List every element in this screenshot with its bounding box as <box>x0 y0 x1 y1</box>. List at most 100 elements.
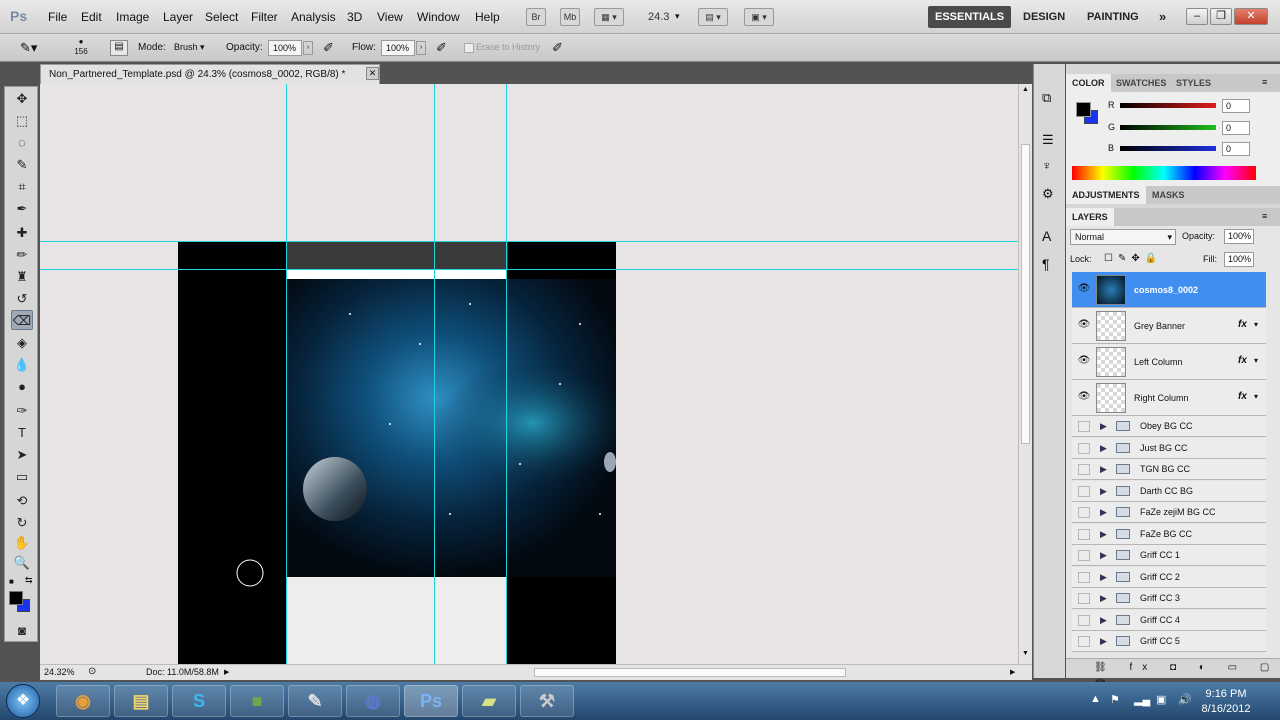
eraser-tool-icon[interactable]: ⌫ <box>11 310 33 330</box>
horizontal-scroll-thumb[interactable] <box>534 668 846 677</box>
channel-r-slider[interactable] <box>1120 103 1216 108</box>
explorer-icon[interactable]: ▤ <box>114 685 168 717</box>
tab-swatches[interactable]: SWATCHES <box>1110 74 1172 92</box>
bridge-button[interactable]: Br <box>526 8 546 26</box>
layer-row[interactable]: 👁 cosmos8_0002 <box>1072 272 1266 308</box>
visibility-box[interactable] <box>1078 464 1090 475</box>
path-selection-tool-icon[interactable]: ➤ <box>11 445 33 465</box>
layer-group-row[interactable]: ▶ FaZe zejiM BG CC <box>1072 502 1266 523</box>
brush-presets-icon[interactable]: ♆ <box>1042 158 1052 173</box>
brush-panel-toggle-icon[interactable]: ▤ <box>110 40 128 56</box>
brush-picker[interactable]: ● 156 <box>66 37 96 57</box>
crop-tool-icon[interactable]: ⌗ <box>11 177 33 197</box>
layer-group-row[interactable]: ▶ Darth CC BG <box>1072 480 1266 502</box>
group-expand-icon[interactable]: ▶ <box>1100 636 1107 647</box>
flow-field[interactable]: 100% <box>381 40 415 56</box>
menu-filter[interactable]: Filter <box>251 10 278 24</box>
document-canvas-area[interactable] <box>40 84 1018 664</box>
status-zoom[interactable]: 24.32% <box>44 667 75 677</box>
brush-tool-icon[interactable]: ✏ <box>11 245 33 265</box>
group-expand-icon[interactable]: ▶ <box>1100 421 1107 432</box>
visibility-box[interactable] <box>1078 571 1090 583</box>
layer-group-row[interactable]: ▶ Griff CC 3 <box>1072 588 1266 609</box>
volume-icon[interactable]: 🔊 <box>1178 693 1192 706</box>
layer-group-row[interactable]: ▶ Griff CC 2 <box>1072 566 1266 588</box>
quick-selection-tool-icon[interactable]: ✎ <box>11 155 33 175</box>
menu-window[interactable]: Window <box>417 10 460 24</box>
layer-row[interactable]: 👁 Left Column fx ▾ <box>1072 344 1266 380</box>
signal-icon[interactable]: ▂▄ <box>1134 693 1150 706</box>
workspace-painting[interactable]: PAINTING <box>1080 6 1146 28</box>
vertical-scroll-thumb[interactable] <box>1021 144 1030 444</box>
arrange-documents-button[interactable]: ▤ ▾ <box>698 8 728 26</box>
action-center-icon[interactable]: ⚑ <box>1110 693 1120 706</box>
dodge-tool-icon[interactable]: ● <box>11 377 33 397</box>
taskbar-clock[interactable]: 9:16 PM 8/16/2012 <box>1198 687 1254 717</box>
clone-stamp-tool-icon[interactable]: ♜ <box>11 267 33 287</box>
menu-view[interactable]: View <box>377 10 403 24</box>
vertical-scrollbar[interactable]: ▲ ▼ <box>1018 84 1032 664</box>
network-icon[interactable]: ▣ <box>1156 693 1166 706</box>
scroll-up-icon[interactable]: ▲ <box>1022 86 1029 93</box>
document-close-icon[interactable]: ✕ <box>366 67 379 80</box>
eraser-preset-icon[interactable]: ✎▾ <box>20 40 37 56</box>
notepad-icon[interactable]: ✎ <box>288 685 342 717</box>
group-expand-icon[interactable]: ▶ <box>1100 443 1107 454</box>
paint-bucket-tool-icon[interactable]: ◈ <box>11 333 33 353</box>
tab-styles[interactable]: STYLES <box>1170 74 1217 92</box>
mode-select[interactable]: Brush ▾ <box>170 40 220 56</box>
visibility-eye-icon[interactable]: 👁 <box>1076 283 1092 297</box>
lasso-tool-icon[interactable]: ◌ <box>11 133 33 153</box>
layer-group-row[interactable]: ▶ Obey BG CC <box>1072 416 1266 437</box>
layer-fx-icon[interactable]: fx <box>1238 319 1247 330</box>
menu-3d[interactable]: 3D <box>347 10 362 24</box>
blur-tool-icon[interactable]: 💧 <box>11 355 33 375</box>
quick-mask-icon[interactable]: ◙ <box>11 621 33 641</box>
tray-arrow-icon[interactable]: ▲ <box>1090 693 1101 705</box>
close-button[interactable]: ✕ <box>1234 8 1268 25</box>
menu-layer[interactable]: Layer <box>163 10 193 24</box>
channel-g-slider[interactable] <box>1120 125 1216 130</box>
tab-masks[interactable]: MASKS <box>1146 186 1191 204</box>
layers-footer-icons[interactable]: ⛓ fx ◘ ◐ ▭ ▢ 🗑 <box>1066 658 1280 691</box>
layer-expand-icon[interactable]: ▾ <box>1254 320 1258 329</box>
view-extras-button[interactable]: ▦ ▾ <box>594 8 624 26</box>
clone-source-icon[interactable]: ⚙ <box>1042 186 1054 202</box>
menu-edit[interactable]: Edit <box>81 10 102 24</box>
skype-icon[interactable]: S <box>172 685 226 717</box>
screen-mode-button[interactable]: ▣ ▾ <box>744 8 774 26</box>
visibility-eye-icon[interactable]: 👁 <box>1076 355 1092 369</box>
pen-tool-icon[interactable]: ✑ <box>11 401 33 421</box>
color-panel-menu-icon[interactable]: ≡ <box>1262 77 1267 87</box>
3d-orbit-tool-icon[interactable]: ↻ <box>11 513 33 533</box>
history-panel-icon[interactable]: ⧉ <box>1042 90 1051 106</box>
utility-icon[interactable]: ⚒ <box>520 685 574 717</box>
default-colors-icon[interactable]: ■ <box>9 577 14 586</box>
visibility-box[interactable] <box>1078 507 1090 518</box>
paragraph-panel-icon[interactable]: ¶ <box>1042 256 1050 272</box>
photoshop-taskbar-icon[interactable]: Ps <box>404 685 458 717</box>
visibility-box[interactable] <box>1078 614 1090 626</box>
group-expand-icon[interactable]: ▶ <box>1100 529 1107 540</box>
layer-opacity-field[interactable]: 100% <box>1224 229 1254 244</box>
group-expand-icon[interactable]: ▶ <box>1100 486 1107 497</box>
layer-group-row[interactable]: ▶ Just BG CC <box>1072 437 1266 459</box>
group-expand-icon[interactable]: ▶ <box>1100 550 1107 561</box>
tablet-opacity-icon[interactable]: ✐ <box>323 40 334 56</box>
group-expand-icon[interactable]: ▶ <box>1100 615 1107 626</box>
channel-g-value[interactable]: 0 <box>1222 121 1250 135</box>
visibility-box[interactable] <box>1078 593 1090 604</box>
zoom-tool-icon[interactable]: 🔍 <box>11 553 33 573</box>
swap-colors-icon[interactable]: ⇆ <box>25 575 33 586</box>
sticky-notes-icon[interactable]: ▰ <box>462 685 516 717</box>
color-ramp[interactable] <box>1072 166 1256 180</box>
channel-b-slider[interactable] <box>1120 146 1216 151</box>
group-expand-icon[interactable]: ▶ <box>1100 507 1107 518</box>
character-panel-icon[interactable]: A <box>1042 228 1051 244</box>
type-tool-icon[interactable]: T <box>11 423 33 443</box>
tab-color[interactable]: COLOR <box>1066 74 1111 92</box>
minibridge-button[interactable]: Mb <box>560 8 580 26</box>
layer-fx-icon[interactable]: fx <box>1238 355 1247 366</box>
foreground-color-swatch[interactable] <box>9 591 23 605</box>
layer-group-row[interactable]: ▶ Griff CC 1 <box>1072 545 1266 566</box>
